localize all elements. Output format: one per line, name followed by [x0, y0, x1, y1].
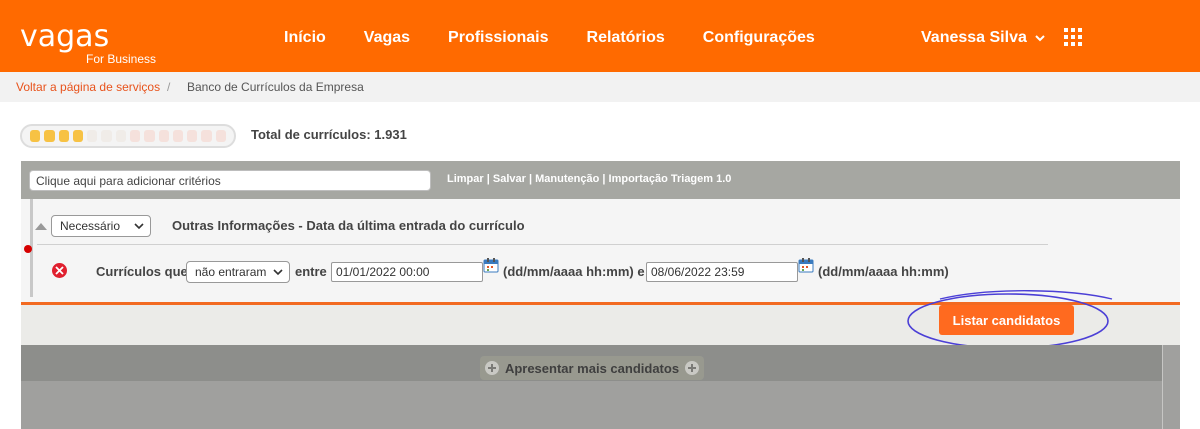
clear-link[interactable]: Limpar — [447, 173, 484, 185]
collapse-triangle-icon[interactable] — [35, 223, 47, 230]
between-label: entre — [295, 264, 327, 279]
results-scroll-edge — [1162, 345, 1163, 429]
top-navigation-bar: vagas For Business Início Vagas Profissi… — [0, 0, 1200, 72]
logo-subtitle: For Business — [86, 52, 157, 66]
criteria-panel — [21, 199, 1180, 302]
calendar-icon[interactable] — [798, 257, 814, 273]
date-format-hint-1: (dd/mm/aaaa hh:mm) e — [503, 264, 645, 279]
nav-item-configuracoes[interactable]: Configurações — [703, 29, 815, 47]
requirement-select-value: Necessário — [60, 219, 121, 233]
add-criteria-input[interactable] — [29, 170, 431, 191]
breadcrumb: Voltar a página de serviços / Banco de C… — [0, 72, 1200, 102]
condition-select-value: não entraram — [195, 265, 267, 279]
date-format-hint-2: (dd/mm/aaaa hh:mm) — [818, 264, 949, 279]
user-name: Vanessa Silva — [921, 29, 1027, 46]
panel-divider — [37, 244, 1048, 245]
breadcrumb-separator: / — [167, 80, 171, 94]
criterion-title: Outras Informações - Data da última entr… — [172, 218, 525, 233]
main-nav: Início Vagas Profissionais Relatórios Co… — [284, 29, 853, 47]
user-menu[interactable]: Vanessa Silva — [921, 29, 1046, 47]
import-screening-link[interactable]: Importação Triagem 1.0 — [609, 173, 732, 185]
required-indicator-dot — [24, 245, 32, 253]
list-candidates-button[interactable]: Listar candidatos — [939, 305, 1074, 335]
end-date-input[interactable] — [646, 262, 798, 282]
profile-progress-bar — [20, 124, 236, 148]
breadcrumb-back-link[interactable]: Voltar a página de serviços — [16, 80, 160, 94]
save-link[interactable]: Salvar — [493, 173, 526, 185]
start-date-input[interactable] — [331, 262, 483, 282]
show-more-candidates-button[interactable]: Apresentar mais candidatos — [480, 356, 704, 380]
condition-select[interactable]: não entraram — [186, 261, 290, 283]
apps-grid-icon[interactable] — [1064, 28, 1082, 46]
nav-item-profissionais[interactable]: Profissionais — [448, 29, 548, 47]
plus-icon — [484, 361, 499, 375]
chevron-down-icon — [134, 223, 144, 230]
criteria-links: Limpar | Salvar | Manutenção | Importaçã… — [447, 173, 732, 185]
calendar-icon[interactable] — [483, 257, 499, 273]
criteria-toolbar: Limpar | Salvar | Manutenção | Importaçã… — [21, 161, 1180, 199]
chevron-down-icon — [273, 269, 283, 276]
requirement-select[interactable]: Necessário — [51, 215, 151, 237]
nav-item-vagas[interactable]: Vagas — [364, 29, 410, 47]
nav-item-inicio[interactable]: Início — [284, 29, 326, 47]
total-resumes-count: Total de currículos: 1.931 — [251, 127, 407, 142]
chevron-down-icon — [1035, 35, 1045, 42]
close-icon — [55, 266, 64, 275]
nav-item-relatorios[interactable]: Relatórios — [587, 29, 665, 47]
logo-wordmark: vagas — [20, 19, 110, 54]
remove-criterion-icon[interactable] — [52, 263, 67, 278]
vagas-logo[interactable]: vagas For Business — [20, 19, 156, 67]
plus-icon — [685, 361, 700, 375]
criterion-row-label: Currículos que — [96, 264, 188, 279]
show-more-label: Apresentar mais candidatos — [504, 360, 680, 376]
breadcrumb-current: Banco de Currículos da Empresa — [187, 80, 364, 94]
maintenance-link[interactable]: Manutenção — [535, 173, 599, 185]
